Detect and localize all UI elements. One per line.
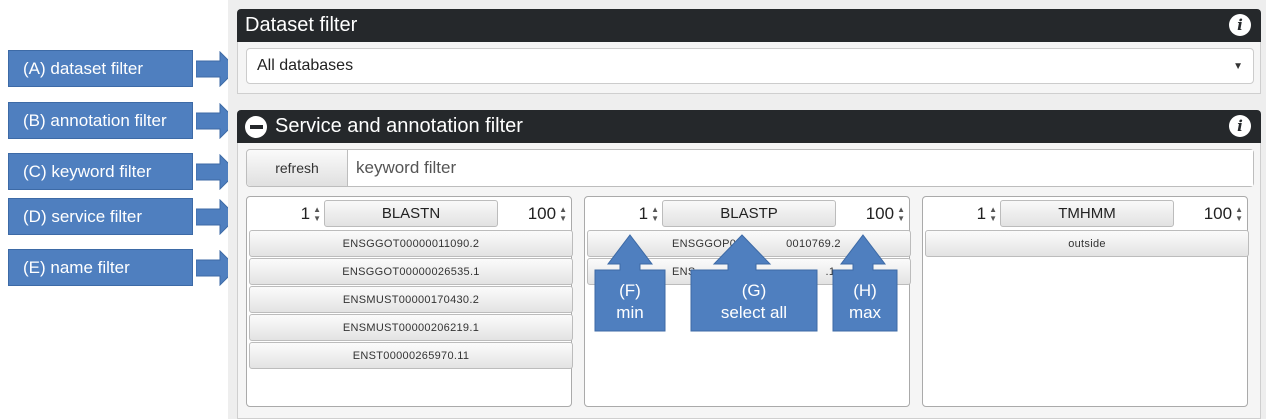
info-icon[interactable]: i (1229, 14, 1251, 36)
callout-name-filter: (E) name filter (8, 249, 193, 286)
min-stepper[interactable]: 1 ▲ ▼ (587, 200, 659, 227)
max-stepper[interactable]: 100 ▲ ▼ (1177, 200, 1243, 227)
spinner-icon[interactable]: ▲ ▼ (1235, 205, 1243, 223)
callout-annotation-filter: (B) annotation filter (8, 102, 193, 139)
name-item[interactable]: ENSMUST00000206219.1 (249, 314, 573, 341)
app-area: Dataset filter i All databases ▼ Service… (228, 0, 1266, 419)
callout-min: (F) min (594, 234, 666, 332)
service-header-row: 1 ▲ ▼ BLASTP 100 ▲ ▼ (587, 200, 907, 227)
callout-select-all: (G) select all (690, 234, 818, 332)
service-column-blastn: 1 ▲ ▼ BLASTN 100 ▲ ▼ ENSGGOT00000011090.2 EN… (246, 196, 573, 407)
name-item[interactable]: ENST00000265970.11 (249, 342, 573, 369)
callout-dataset-filter: (A) dataset filter (8, 50, 193, 87)
dataset-select[interactable]: All databases ▼ (246, 48, 1254, 84)
select-all-button[interactable]: BLASTP (662, 200, 836, 227)
spinner-icon[interactable]: ▲ ▼ (651, 205, 659, 223)
spinner-icon[interactable]: ▲ ▼ (559, 205, 567, 223)
callout-service-filter: (D) service filter (8, 198, 193, 235)
refresh-button[interactable]: refresh (247, 150, 348, 186)
chevron-down-icon: ▼ (1233, 61, 1243, 72)
min-stepper[interactable]: 1 ▲ ▼ (925, 200, 997, 227)
service-header-row: 1 ▲ ▼ TMHMM 100 ▲ ▼ (925, 200, 1245, 227)
select-all-button[interactable]: TMHMM (1000, 200, 1174, 227)
max-stepper[interactable]: 100 ▲ ▼ (501, 200, 567, 227)
keyword-filter-input[interactable] (348, 150, 1253, 186)
keyword-filter-group: refresh (246, 149, 1254, 187)
dataset-select-value: All databases (257, 57, 354, 74)
max-stepper[interactable]: 100 ▲ ▼ (839, 200, 905, 227)
dataset-filter-body: All databases ▼ (237, 42, 1261, 94)
annotation-filter-title: Service and annotation filter (275, 115, 523, 137)
spinner-icon[interactable]: ▲ ▼ (313, 205, 321, 223)
min-stepper[interactable]: 1 ▲ ▼ (249, 200, 321, 227)
annotation-filter-header[interactable]: Service and annotation filter i (237, 110, 1261, 143)
callout-keyword-filter: (C) keyword filter (8, 153, 193, 190)
callout-max: (H) max (832, 234, 898, 332)
name-item[interactable]: ENSGGOT00000026535.1 (249, 258, 573, 285)
spinner-icon[interactable]: ▲ ▼ (989, 205, 997, 223)
name-item[interactable]: outside (925, 230, 1249, 257)
collapse-minus-icon[interactable] (245, 115, 267, 138)
service-header-row: 1 ▲ ▼ BLASTN 100 ▲ ▼ (249, 200, 569, 227)
service-column-tmhmm: 1 ▲ ▼ TMHMM 100 ▲ ▼ outside (922, 196, 1249, 407)
name-item[interactable]: ENSGGOT00000011090.2 (249, 230, 573, 257)
name-item[interactable]: ENSMUST00000170430.2 (249, 286, 573, 313)
spinner-icon[interactable]: ▲ ▼ (897, 205, 905, 223)
dataset-filter-header[interactable]: Dataset filter i (237, 9, 1261, 42)
select-all-button[interactable]: BLASTN (324, 200, 498, 227)
info-icon[interactable]: i (1229, 115, 1251, 137)
dataset-filter-title: Dataset filter (245, 14, 358, 36)
